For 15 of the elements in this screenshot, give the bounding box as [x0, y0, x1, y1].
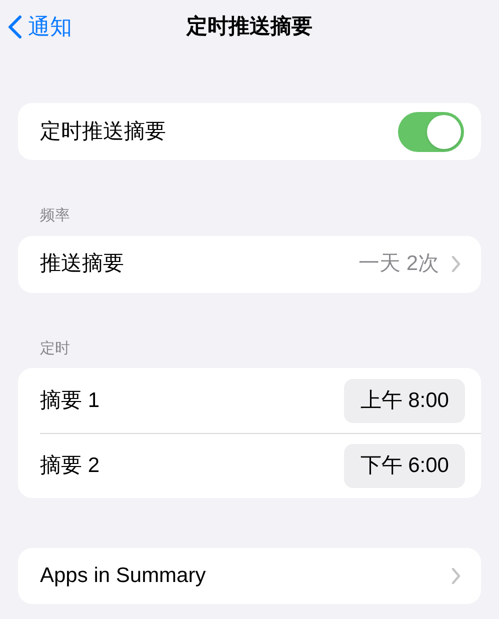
section-header: 定时	[40, 338, 70, 358]
row-label: 摘要 1	[40, 388, 100, 414]
section-header: 频率	[40, 206, 70, 226]
row-label: 定时推送摘要	[40, 118, 166, 145]
time-button[interactable]: 上午 8:00	[344, 378, 465, 422]
frequency-row[interactable]: 推送摘要 一天 2次	[18, 236, 481, 292]
row-label: 摘要 2	[40, 453, 100, 480]
time-button[interactable]: 下午 6:00	[344, 444, 465, 488]
chevron-icon	[451, 567, 461, 585]
page-title: 定时推送摘要	[186, 14, 312, 40]
back-button[interactable]: 通知	[8, 10, 72, 43]
toggle-switch[interactable]	[398, 112, 464, 152]
chevron-icon	[451, 255, 461, 273]
apps-row[interactable]: Apps in Summary	[18, 548, 481, 604]
back-chevron-icon	[8, 14, 22, 38]
